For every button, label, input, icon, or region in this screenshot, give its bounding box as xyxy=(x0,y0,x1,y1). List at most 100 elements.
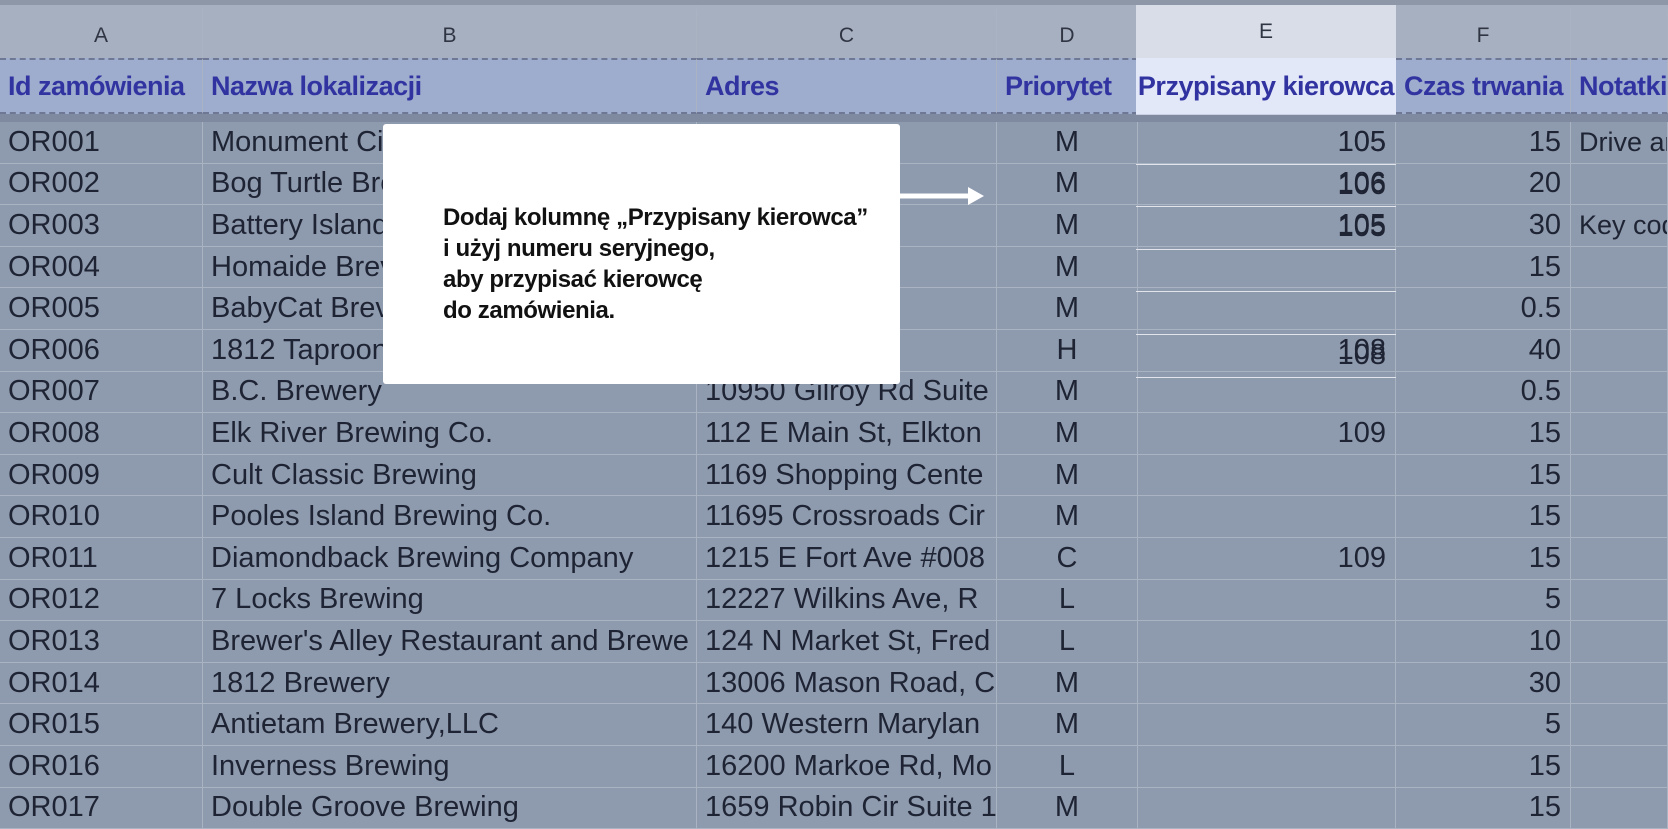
cell-notes[interactable] xyxy=(1571,163,1668,206)
cell-notes[interactable] xyxy=(1571,746,1668,788)
cell-id[interactable]: OR005 xyxy=(0,288,203,330)
header-address[interactable]: Adres xyxy=(697,58,997,114)
cell-priority[interactable]: M xyxy=(997,496,1138,538)
column-letter-D[interactable]: D xyxy=(997,5,1138,63)
header-duration[interactable]: Czas trwania xyxy=(1396,58,1571,114)
cell-name[interactable]: Double Groove Brewing xyxy=(203,787,697,829)
cell-address[interactable]: 12227 Wilkins Ave, R xyxy=(697,579,997,622)
cell-duration[interactable]: 15 xyxy=(1396,246,1571,289)
highlight-cell-driver[interactable] xyxy=(1136,292,1396,335)
column-letter-A[interactable]: A xyxy=(0,5,203,63)
cell-id[interactable]: OR003 xyxy=(0,205,203,247)
cell-notes[interactable] xyxy=(1571,246,1668,289)
header-id[interactable]: Id zamówienia xyxy=(0,58,203,114)
cell-priority[interactable]: M xyxy=(997,413,1138,455)
cell-priority[interactable]: M xyxy=(997,704,1138,746)
cell-name[interactable]: 1812 Brewery xyxy=(203,662,697,705)
column-letter-B[interactable]: B xyxy=(203,5,697,63)
cell-priority[interactable]: M xyxy=(997,454,1138,497)
cell-duration[interactable]: 5 xyxy=(1396,579,1571,622)
cell-duration[interactable]: 15 xyxy=(1396,787,1571,829)
cell-notes[interactable] xyxy=(1571,371,1668,414)
cell-name[interactable]: Pooles Island Brewing Co. xyxy=(203,496,697,538)
cell-name[interactable]: Inverness Brewing xyxy=(203,746,697,788)
cell-name[interactable]: Cult Classic Brewing xyxy=(203,454,697,497)
cell-duration[interactable]: 10 xyxy=(1396,621,1571,663)
highlight-cell-driver[interactable]: 105 xyxy=(1136,207,1396,250)
cell-address[interactable]: 112 E Main St, Elkton xyxy=(697,413,997,455)
cell-notes[interactable] xyxy=(1571,787,1668,829)
cell-id[interactable]: OR007 xyxy=(0,371,203,414)
cell-priority[interactable]: M xyxy=(997,371,1138,414)
cell-duration[interactable]: 0.5 xyxy=(1396,288,1571,330)
cell-duration[interactable]: 30 xyxy=(1396,205,1571,247)
cell-id[interactable]: OR016 xyxy=(0,746,203,788)
header-notes[interactable]: Notatki xyxy=(1571,58,1668,114)
cell-duration[interactable]: 5 xyxy=(1396,704,1571,746)
cell-driver[interactable] xyxy=(1138,371,1396,414)
cell-id[interactable]: OR002 xyxy=(0,163,203,206)
cell-driver[interactable] xyxy=(1138,579,1396,622)
cell-name[interactable]: Antietam Brewery,LLC xyxy=(203,704,697,746)
cell-id[interactable]: OR009 xyxy=(0,454,203,497)
cell-id[interactable]: OR008 xyxy=(0,413,203,455)
cell-name[interactable]: Diamondback Brewing Company xyxy=(203,538,697,580)
column-letter-F[interactable]: F xyxy=(1396,5,1571,63)
cell-driver[interactable]: 109 xyxy=(1138,413,1396,455)
cell-notes[interactable]: Key code xyxy=(1571,205,1668,247)
cell-id[interactable]: OR013 xyxy=(0,621,203,663)
cell-duration[interactable]: 15 xyxy=(1396,454,1571,497)
cell-address[interactable]: 11695 Crossroads Cir xyxy=(697,496,997,538)
cell-name[interactable]: Elk River Brewing Co. xyxy=(203,413,697,455)
cell-id[interactable]: OR004 xyxy=(0,246,203,289)
cell-driver[interactable]: 109 xyxy=(1138,538,1396,580)
cell-duration[interactable]: 30 xyxy=(1396,662,1571,705)
cell-driver[interactable] xyxy=(1138,662,1396,705)
cell-address[interactable]: 1659 Robin Cir Suite 1 xyxy=(697,787,997,829)
cell-id[interactable]: OR001 xyxy=(0,122,203,164)
cell-notes[interactable] xyxy=(1571,330,1668,372)
cell-priority[interactable]: L xyxy=(997,746,1138,788)
cell-duration[interactable]: 40 xyxy=(1396,330,1571,372)
cell-address[interactable]: 1215 E Fort Ave #008 xyxy=(697,538,997,580)
cell-notes[interactable] xyxy=(1571,579,1668,622)
cell-id[interactable]: OR015 xyxy=(0,704,203,746)
cell-address[interactable]: 1169 Shopping Cente xyxy=(697,454,997,497)
cell-notes[interactable] xyxy=(1571,288,1668,330)
cell-notes[interactable] xyxy=(1571,454,1668,497)
cell-driver[interactable] xyxy=(1138,621,1396,663)
cell-notes[interactable] xyxy=(1571,413,1668,455)
cell-priority[interactable]: L xyxy=(997,621,1138,663)
cell-id[interactable]: OR017 xyxy=(0,787,203,829)
header-name[interactable]: Nazwa lokalizacji xyxy=(203,58,697,114)
cell-priority[interactable]: M xyxy=(997,246,1138,289)
cell-notes[interactable] xyxy=(1571,704,1668,746)
cell-priority[interactable]: C xyxy=(997,538,1138,580)
cell-duration[interactable]: 0.5 xyxy=(1396,371,1571,414)
cell-priority[interactable]: M xyxy=(997,163,1138,206)
cell-driver[interactable] xyxy=(1138,746,1396,788)
cell-driver[interactable] xyxy=(1138,787,1396,829)
cell-id[interactable]: OR014 xyxy=(0,662,203,705)
cell-driver[interactable] xyxy=(1138,704,1396,746)
cell-address[interactable]: 16200 Markoe Rd, Mo xyxy=(697,746,997,788)
highlight-cell-driver[interactable]: 105 xyxy=(1136,122,1396,165)
cell-address[interactable]: 13006 Mason Road, C xyxy=(697,662,997,705)
cell-address[interactable]: 124 N Market St, Fred xyxy=(697,621,997,663)
cell-priority[interactable]: M xyxy=(997,662,1138,705)
cell-priority[interactable]: M xyxy=(997,288,1138,330)
cell-notes[interactable] xyxy=(1571,538,1668,580)
cell-name[interactable]: Brewer's Alley Restaurant and Brewe xyxy=(203,621,697,663)
cell-priority[interactable]: M xyxy=(997,122,1138,164)
cell-notes[interactable] xyxy=(1571,621,1668,663)
column-letter-E-highlight[interactable]: E xyxy=(1136,5,1396,58)
cell-id[interactable]: OR011 xyxy=(0,538,203,580)
cell-duration[interactable]: 15 xyxy=(1396,538,1571,580)
cell-priority[interactable]: H xyxy=(997,330,1138,372)
cell-notes[interactable] xyxy=(1571,496,1668,538)
column-letter-G[interactable] xyxy=(1571,5,1668,63)
highlight-cell-driver[interactable]: 108 xyxy=(1136,335,1396,378)
cell-duration[interactable]: 15 xyxy=(1396,746,1571,788)
cell-duration[interactable]: 20 xyxy=(1396,163,1571,206)
highlight-cell-driver[interactable] xyxy=(1136,250,1396,293)
